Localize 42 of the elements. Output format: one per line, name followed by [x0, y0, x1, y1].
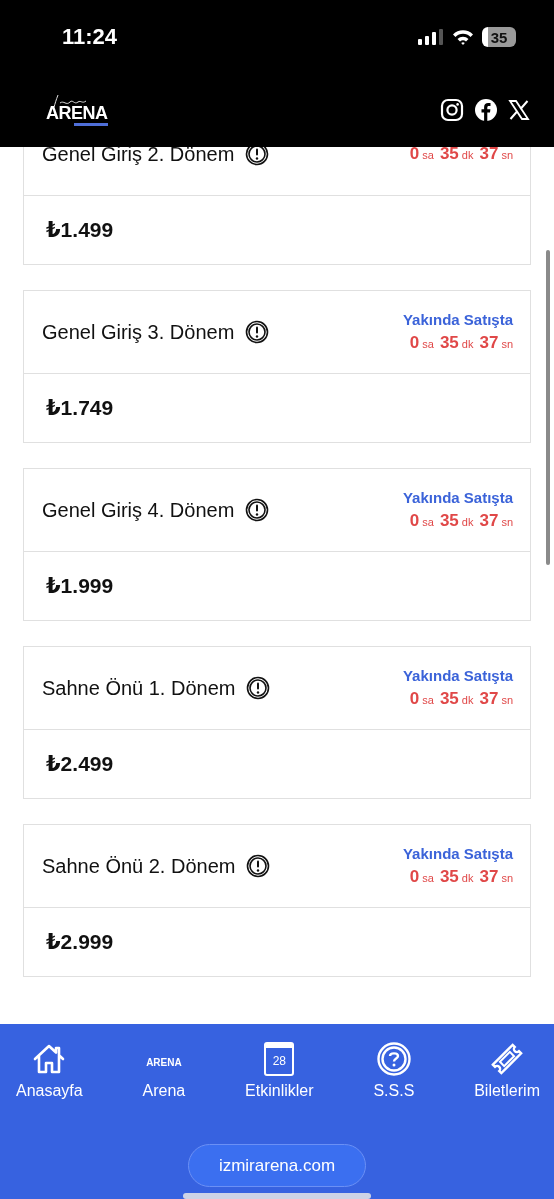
ticket-title: Sahne Önü 2. Dönem	[42, 854, 236, 878]
sale-status: Yakında Satışta	[402, 845, 513, 862]
ticket-icon	[490, 1042, 525, 1076]
ticket-price: ₺1.749	[46, 396, 114, 420]
ticket-price: ₺2.499	[46, 752, 114, 776]
sale-status: Yakında Satışta	[402, 311, 513, 328]
ticket-title: Genel Giriş 4. Dönem	[42, 498, 235, 522]
countdown-timer: 0 sa 35 dk 37 sn	[409, 511, 513, 531]
instagram-icon[interactable]	[440, 98, 464, 122]
nav-tab[interactable]: Anasayfa	[16, 1042, 83, 1100]
signal-icon	[418, 29, 444, 45]
ticket-price: ₺2.999	[46, 930, 114, 954]
countdown-timer: 0 sa 35 dk 37 sn	[409, 333, 513, 353]
countdown-timer: 0 sa 35 dk 37 sn	[409, 689, 513, 709]
nav-tab[interactable]: Biletlerim	[474, 1042, 540, 1100]
nav-tab[interactable]: 28 Etkinlikler	[245, 1042, 314, 1100]
nav-tab[interactable]: ARENA Arena	[142, 1042, 186, 1100]
sale-status: Yakında Satışta	[402, 667, 513, 684]
info-icon[interactable]	[245, 320, 270, 344]
countdown-timer: 0 sa 35 dk 37 sn	[409, 147, 513, 164]
sale-status: Yakında Satışta	[402, 489, 513, 506]
calendar-icon: 28	[264, 1042, 295, 1076]
ticket-price: ₺1.999	[46, 574, 114, 598]
info-icon[interactable]	[246, 676, 271, 700]
countdown-timer: 0 sa 35 dk 37 sn	[409, 867, 513, 887]
status-time: 11:24	[62, 24, 118, 50]
info-icon[interactable]	[245, 147, 270, 166]
battery-icon: 35	[482, 27, 516, 47]
website-button[interactable]: izmirarena.com	[188, 1144, 366, 1188]
ticket-title: Sahne Önü 1. Dönem	[42, 676, 236, 700]
ticket-title: Genel Giriş 3. Dönem	[42, 320, 235, 344]
nav-tab[interactable]: S.S.S	[373, 1042, 415, 1100]
info-icon[interactable]	[246, 854, 271, 878]
info-icon[interactable]	[245, 498, 270, 522]
ticket-price: ₺1.499	[46, 218, 114, 242]
help-icon	[376, 1042, 411, 1076]
wifi-icon	[452, 29, 474, 45]
x-icon[interactable]	[508, 99, 530, 121]
facebook-icon[interactable]	[474, 98, 498, 122]
arena-logo: ARENA	[146, 1056, 182, 1070]
home-icon	[32, 1042, 67, 1076]
arena-logo[interactable]: ARENA	[46, 94, 110, 126]
